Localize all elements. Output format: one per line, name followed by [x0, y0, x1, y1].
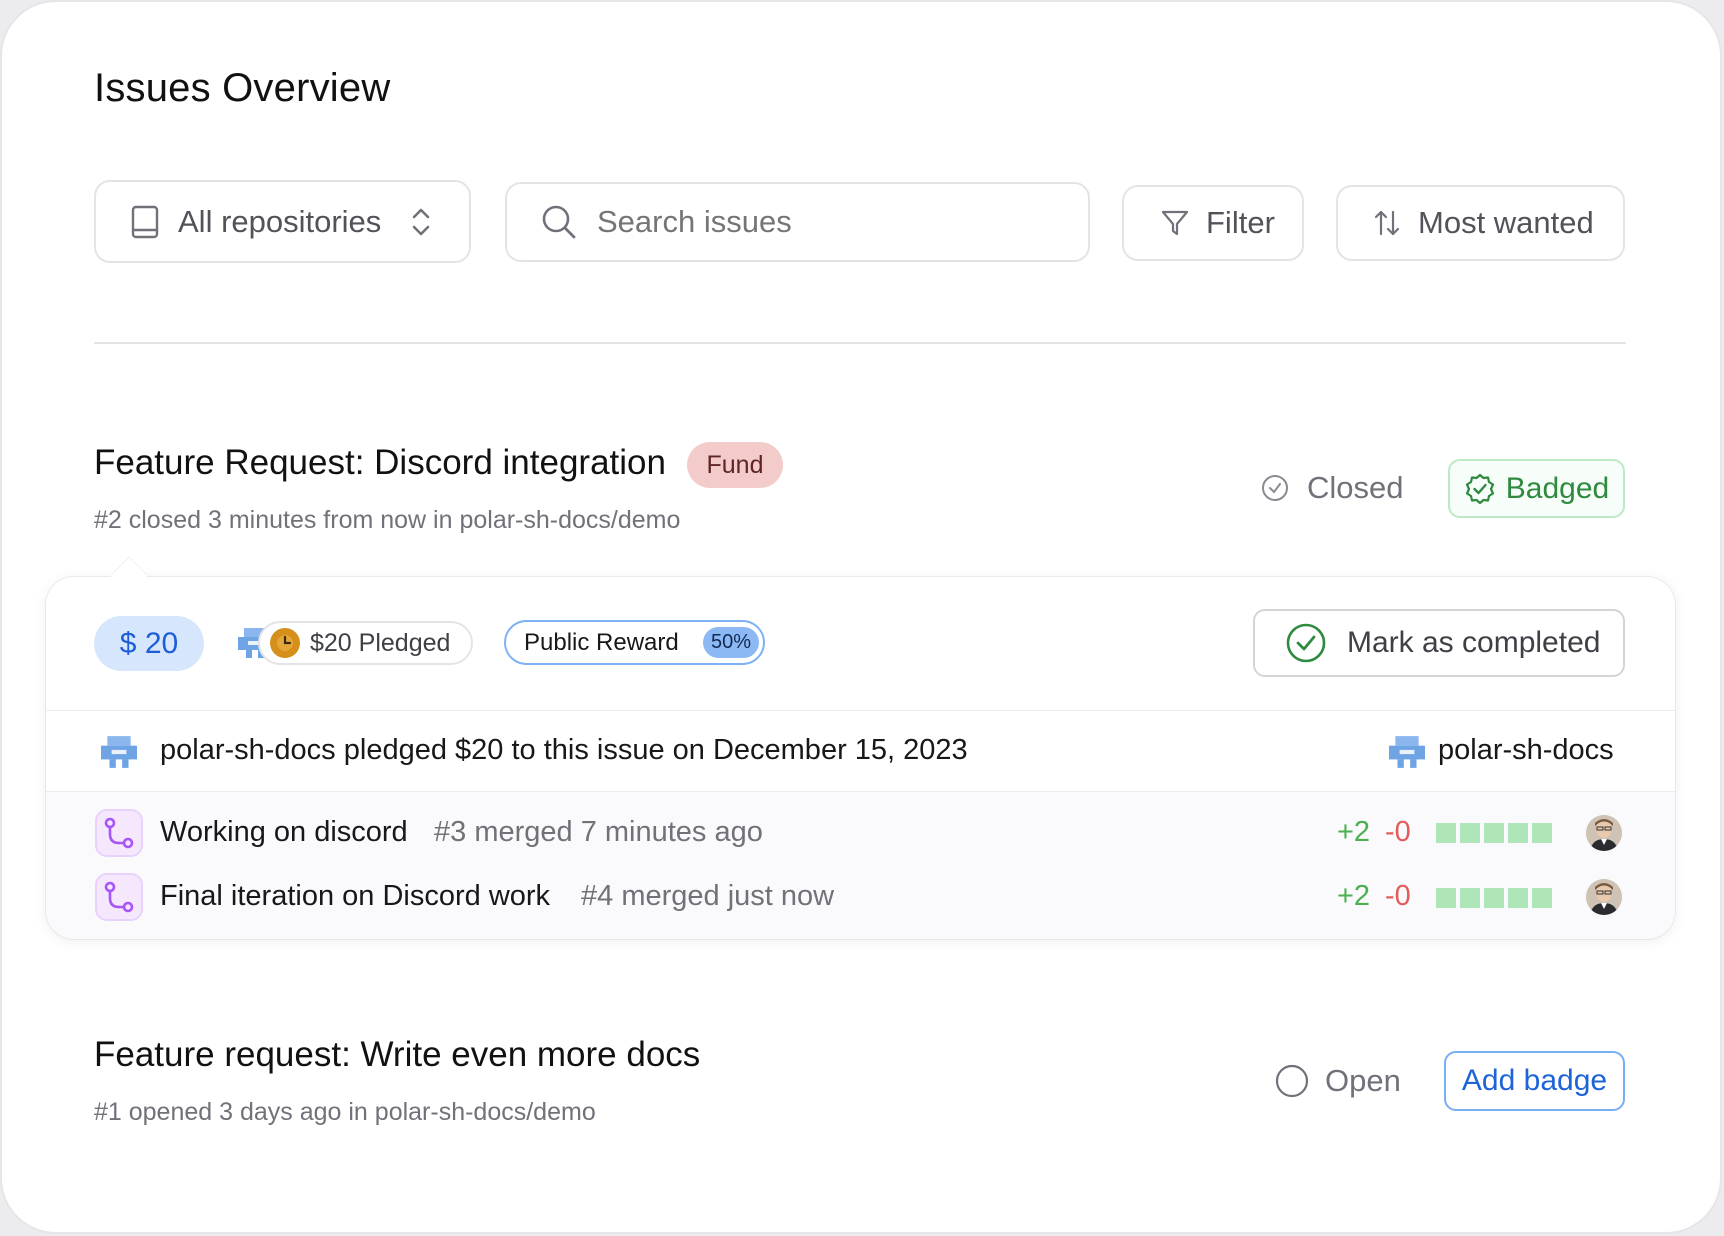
pr-additions: +2: [1337, 880, 1371, 912]
issue-title[interactable]: Feature request: Write even more docs: [94, 1035, 700, 1075]
issue-title[interactable]: Feature Request: Discord integration: [94, 443, 666, 483]
add-badge-button[interactable]: Add badge: [1444, 1051, 1625, 1111]
fund-badge: Fund: [687, 442, 783, 488]
filter-label: Filter: [1206, 205, 1275, 240]
page-title: Issues Overview: [94, 66, 391, 110]
filter-button[interactable]: Filter: [1122, 185, 1304, 261]
badge-check-icon: [1465, 473, 1494, 504]
panel-divider: [46, 791, 1675, 792]
sort-button[interactable]: Most wanted: [1336, 185, 1625, 261]
repository-select-value: All repositories: [178, 203, 382, 239]
diff-bar: [1436, 823, 1456, 843]
add-badge-label: Add badge: [1461, 1064, 1608, 1097]
open-circle-icon: [1275, 1064, 1309, 1098]
search-icon: [542, 205, 576, 239]
pr-deletions: -0: [1385, 880, 1411, 912]
check-circle-icon: [1286, 623, 1326, 663]
issue-meta: #2 closed 3 minutes from now in polar-sh…: [94, 506, 681, 534]
toolbar-divider: [94, 342, 1626, 344]
author-avatar[interactable]: [1586, 879, 1622, 915]
search-field[interactable]: [597, 204, 1057, 240]
pr-additions: +2: [1337, 816, 1371, 848]
mark-as-completed-label: Mark as completed: [1347, 626, 1601, 659]
pull-requests-section: [46, 792, 1675, 939]
repository-select[interactable]: All repositories: [94, 180, 471, 263]
pr-title[interactable]: Working on discord: [160, 816, 408, 849]
chevron-up-down-icon: [413, 208, 430, 235]
pr-meta: #3 merged 7 minutes ago: [434, 816, 763, 848]
diff-bar: [1532, 888, 1552, 908]
author-avatar[interactable]: [1586, 815, 1622, 851]
pledge-amount: $ 20: [94, 616, 204, 671]
diff-bars: [1436, 888, 1552, 908]
pull-request-icon: [95, 873, 143, 921]
org-avatar: [1389, 734, 1425, 770]
issue-meta: #1 opened 3 days ago in polar-sh-docs/de…: [94, 1098, 596, 1126]
reward-label: Public Reward: [524, 628, 679, 656]
public-reward-chip[interactable]: Public Reward 50%: [504, 620, 765, 665]
pledged-label: $20 Pledged: [310, 628, 451, 657]
diff-bar: [1508, 888, 1528, 908]
pr-title[interactable]: Final iteration on Discord work: [160, 880, 550, 913]
org-avatar: [101, 734, 137, 770]
pledge-activity: polar-sh-docs pledged $20 to this issue …: [160, 734, 968, 766]
diff-bar: [1460, 888, 1480, 908]
org-name[interactable]: polar-sh-docs: [1438, 734, 1614, 767]
status-label: Closed: [1307, 470, 1404, 505]
diff-bar: [1484, 888, 1504, 908]
check-circle-icon: [1262, 475, 1288, 501]
book-icon: [131, 205, 159, 238]
status-label: Open: [1325, 1063, 1401, 1098]
diff-bar: [1484, 823, 1504, 843]
mark-as-completed-button[interactable]: Mark as completed: [1253, 609, 1625, 677]
clock-icon: [270, 628, 300, 658]
reward-percent: 50%: [702, 627, 759, 658]
pr-deletions: -0: [1385, 816, 1411, 848]
diff-bar: [1460, 823, 1480, 843]
sort-arrows-icon: [1374, 210, 1400, 236]
badged-label: Badged: [1505, 471, 1610, 505]
diff-bar: [1508, 823, 1528, 843]
diff-bars: [1436, 823, 1552, 843]
pr-meta: #4 merged just now: [581, 880, 835, 912]
panel-divider: [46, 710, 1675, 711]
badged-button[interactable]: Badged: [1448, 459, 1625, 518]
issue-status-open: Open: [1275, 1063, 1401, 1099]
funnel-icon: [1161, 210, 1189, 236]
issue-status-closed: Closed: [1261, 470, 1404, 506]
pull-request-icon: [95, 809, 143, 857]
diff-bar: [1532, 823, 1552, 843]
sort-label: Most wanted: [1418, 205, 1594, 240]
diff-bar: [1436, 888, 1456, 908]
search-input[interactable]: [505, 182, 1090, 262]
